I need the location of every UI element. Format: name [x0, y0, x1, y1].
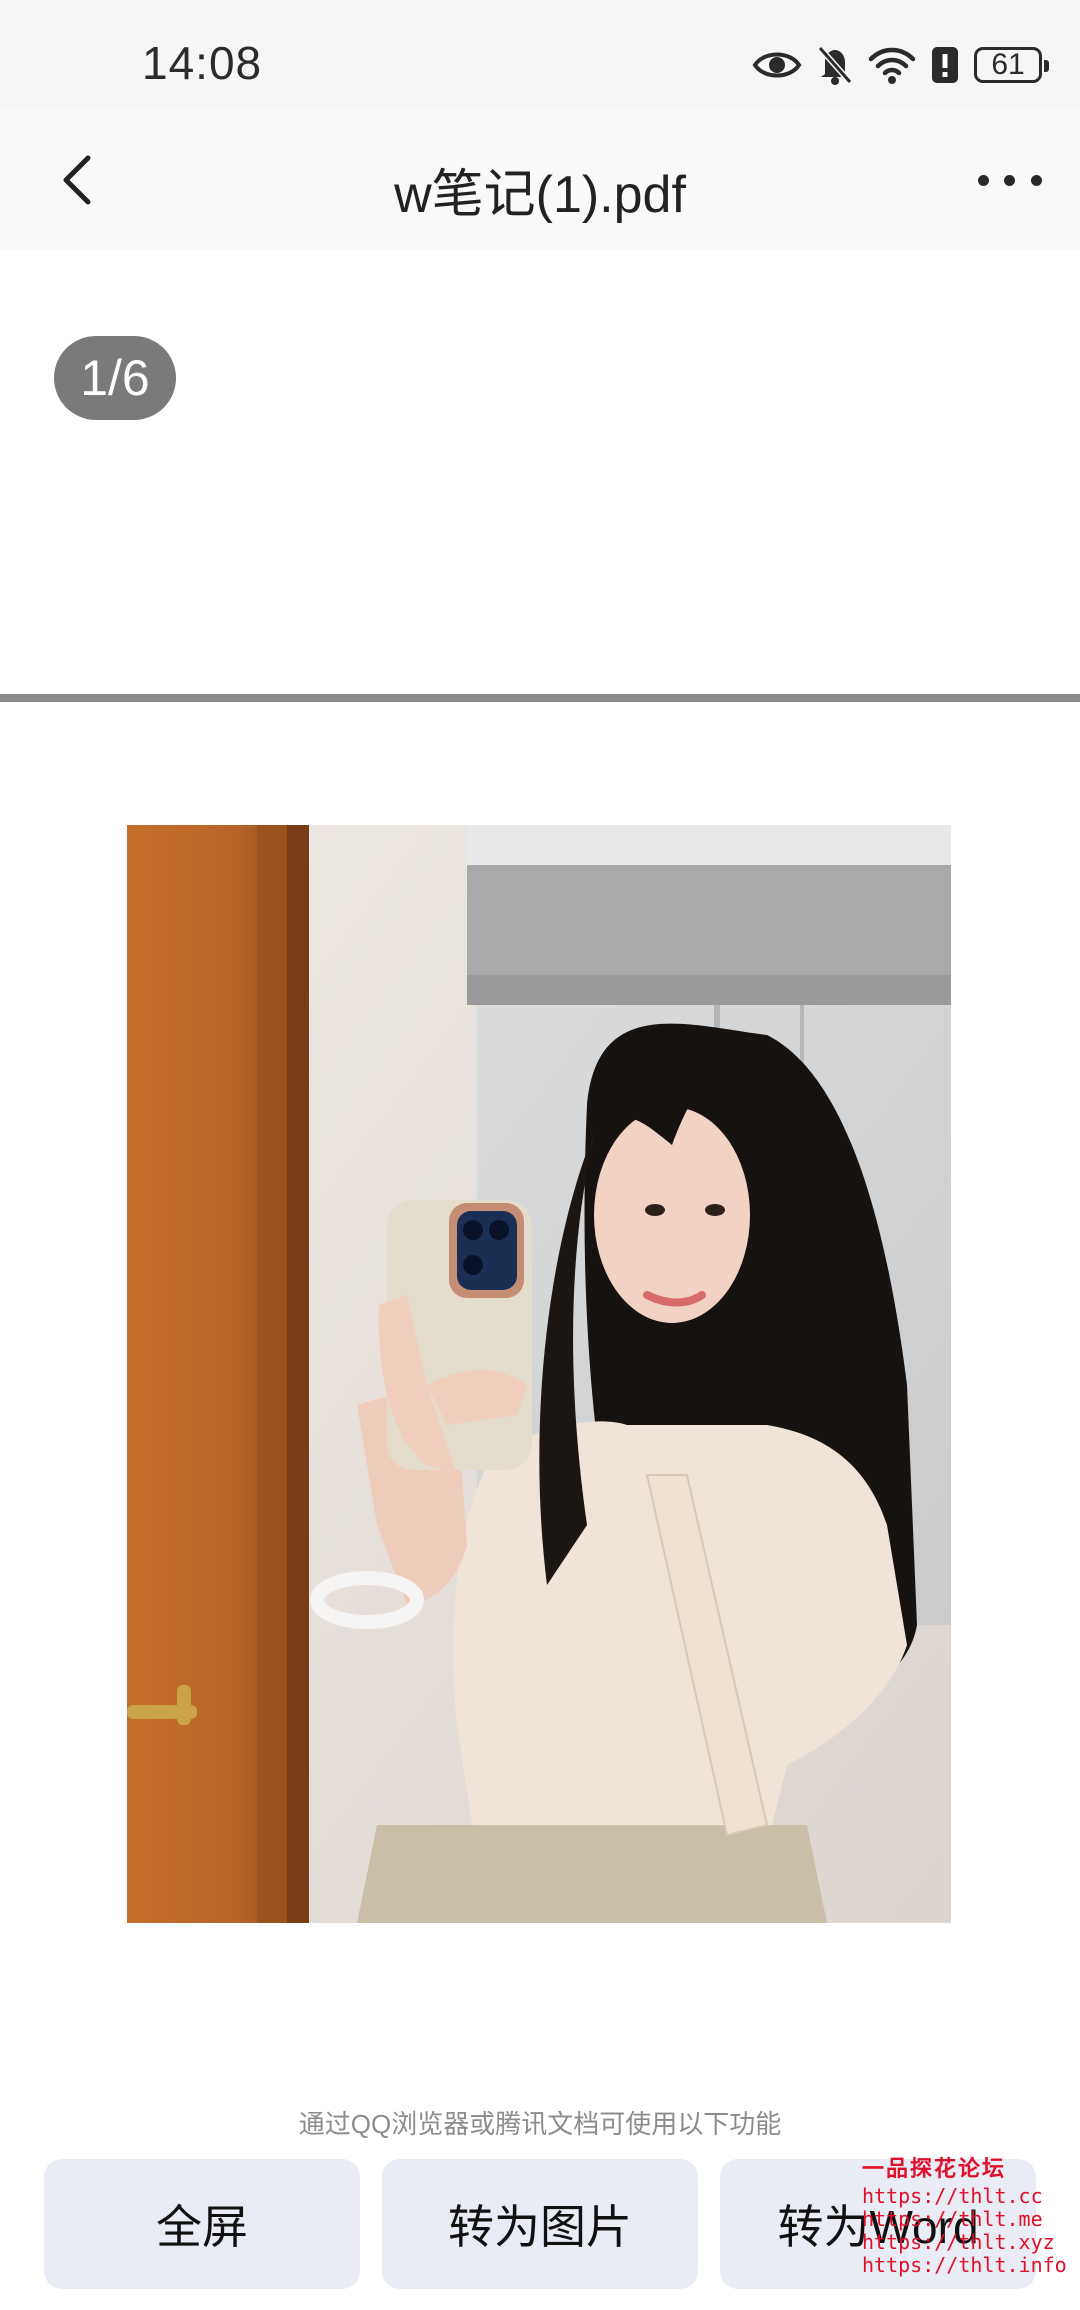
page-indicator: 1/6	[54, 336, 176, 420]
site-watermark: 一品探花论坛 https://thlt.cc https://thlt.me h…	[862, 2157, 1067, 2277]
status-time: 14:08	[142, 37, 263, 89]
battery-alert-icon	[930, 42, 960, 88]
more-horizontal-icon-dot	[1031, 174, 1043, 186]
wifi-icon	[868, 42, 916, 88]
watermark-url: https://thlt.xyz	[862, 2230, 1055, 2254]
status-icons: 61	[752, 40, 1049, 90]
watermark-title: 一品探花论坛	[862, 2157, 1007, 2182]
feature-hint-text: 通过QQ浏览器或腾讯文档可使用以下功能	[298, 2109, 782, 2139]
document-page-photo	[127, 825, 951, 1923]
more-button[interactable]	[970, 160, 1050, 200]
convert-to-image-button[interactable]: 转为图片	[382, 2159, 698, 2289]
more-horizontal-icon-dot	[977, 174, 989, 186]
bell-off-icon	[816, 42, 854, 88]
battery-level: 61	[974, 47, 1049, 83]
page-divider	[0, 694, 1080, 702]
more-horizontal-icon-dot	[1004, 174, 1016, 186]
document-title: w笔记(1).pdf	[394, 166, 686, 224]
watermark-url: https://thlt.info	[862, 2253, 1067, 2277]
nav-bar: w笔记(1).pdf	[0, 110, 1080, 250]
fullscreen-button[interactable]: 全屏	[44, 2159, 360, 2289]
watermark-url: https://thlt.cc	[862, 2184, 1043, 2208]
watermark-url: https://thlt.me	[862, 2207, 1043, 2231]
status-bar: 14:08 61	[0, 0, 1080, 110]
battery-icon: 61	[974, 42, 1049, 88]
eye-icon	[752, 42, 802, 88]
